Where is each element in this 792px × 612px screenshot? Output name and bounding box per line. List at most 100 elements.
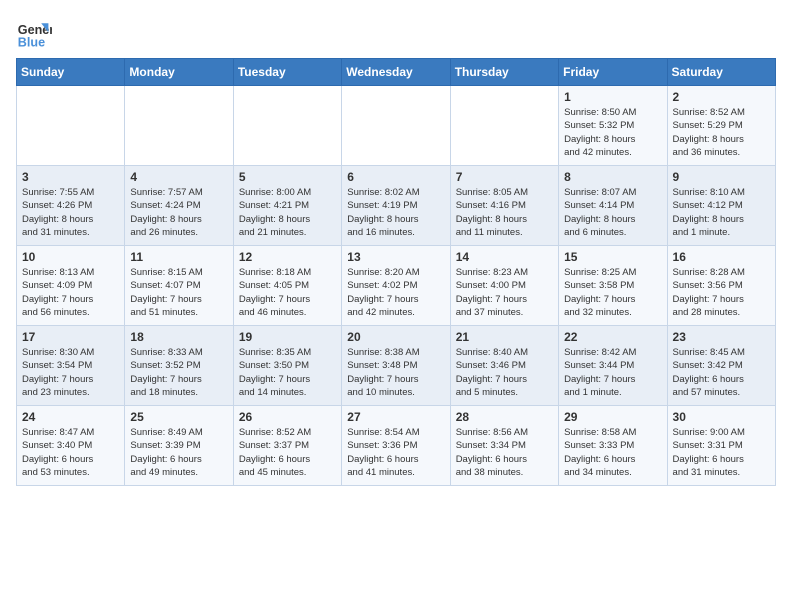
day-number: 6 xyxy=(347,170,444,184)
day-number: 4 xyxy=(130,170,227,184)
calendar-cell: 28 Sunrise: 8:56 AMSunset: 3:34 PMDayligh… xyxy=(450,406,558,486)
logo-icon: General Blue xyxy=(16,16,52,52)
calendar-cell: 30Sunrise: 9:00 AMSunset: 3:31 PMDayligh… xyxy=(667,406,775,486)
day-number: 13 xyxy=(347,250,444,264)
day-number: 8 xyxy=(564,170,661,184)
calendar-cell: 12 Sunrise: 8:18 AMSunset: 4:05 PMDayligh… xyxy=(233,246,341,326)
day-info: Sunrise: 8:33 AMSunset: 3:52 PMDaylight:… xyxy=(130,346,227,399)
day-info: Sunrise: 8:47 AMSunset: 3:40 PMDaylight:… xyxy=(22,426,119,479)
calendar-cell: 15 Sunrise: 8:25 AMSunset: 3:58 PMDayligh… xyxy=(559,246,667,326)
day-info: Sunrise: 8:18 AMSunset: 4:05 PMDaylight:… xyxy=(239,266,336,319)
day-number: 29 xyxy=(564,410,661,424)
calendar-cell: 26 Sunrise: 8:52 AMSunset: 3:37 PMDayligh… xyxy=(233,406,341,486)
day-info: Sunrise: 8:25 AMSunset: 3:58 PMDaylight:… xyxy=(564,266,661,319)
calendar-week-row: 10Sunrise: 8:13 AMSunset: 4:09 PMDayligh… xyxy=(17,246,776,326)
day-info: Sunrise: 8:58 AMSunset: 3:33 PMDaylight:… xyxy=(564,426,661,479)
day-info: Sunrise: 8:49 AMSunset: 3:39 PMDaylight:… xyxy=(130,426,227,479)
day-info: Sunrise: 8:42 AMSunset: 3:44 PMDaylight:… xyxy=(564,346,661,399)
calendar-cell xyxy=(450,86,558,166)
calendar-cell: 25 Sunrise: 8:49 AMSunset: 3:39 PMDayligh… xyxy=(125,406,233,486)
calendar-cell xyxy=(233,86,341,166)
calendar-cell: 29 Sunrise: 8:58 AMSunset: 3:33 PMDayligh… xyxy=(559,406,667,486)
day-number: 9 xyxy=(673,170,770,184)
svg-text:Blue: Blue xyxy=(18,36,45,50)
calendar-cell: 8 Sunrise: 8:07 AMSunset: 4:14 PMDaylight… xyxy=(559,166,667,246)
calendar-cell xyxy=(17,86,125,166)
weekday-header-tuesday: Tuesday xyxy=(233,59,341,86)
calendar-week-row: 1 Sunrise: 8:50 AMSunset: 5:32 PMDaylight… xyxy=(17,86,776,166)
calendar-table: SundayMondayTuesdayWednesdayThursdayFrid… xyxy=(16,58,776,486)
day-number: 2 xyxy=(673,90,770,104)
day-info: Sunrise: 8:38 AMSunset: 3:48 PMDaylight:… xyxy=(347,346,444,399)
day-number: 28 xyxy=(456,410,553,424)
calendar-cell: 22 Sunrise: 8:42 AMSunset: 3:44 PMDayligh… xyxy=(559,326,667,406)
day-number: 20 xyxy=(347,330,444,344)
day-info: Sunrise: 8:40 AMSunset: 3:46 PMDaylight:… xyxy=(456,346,553,399)
day-info: Sunrise: 8:23 AMSunset: 4:00 PMDaylight:… xyxy=(456,266,553,319)
day-info: Sunrise: 9:00 AMSunset: 3:31 PMDaylight:… xyxy=(673,426,770,479)
calendar-cell: 20 Sunrise: 8:38 AMSunset: 3:48 PMDayligh… xyxy=(342,326,450,406)
day-info: Sunrise: 8:35 AMSunset: 3:50 PMDaylight:… xyxy=(239,346,336,399)
calendar-header: SundayMondayTuesdayWednesdayThursdayFrid… xyxy=(17,59,776,86)
calendar-cell xyxy=(125,86,233,166)
day-number: 17 xyxy=(22,330,119,344)
calendar-cell: 7 Sunrise: 8:05 AMSunset: 4:16 PMDaylight… xyxy=(450,166,558,246)
day-number: 12 xyxy=(239,250,336,264)
weekday-header-sunday: Sunday xyxy=(17,59,125,86)
calendar-cell: 11 Sunrise: 8:15 AMSunset: 4:07 PMDayligh… xyxy=(125,246,233,326)
calendar-cell: 4 Sunrise: 7:57 AMSunset: 4:24 PMDaylight… xyxy=(125,166,233,246)
calendar-cell: 27 Sunrise: 8:54 AMSunset: 3:36 PMDayligh… xyxy=(342,406,450,486)
day-info: Sunrise: 8:05 AMSunset: 4:16 PMDaylight:… xyxy=(456,186,553,239)
day-info: Sunrise: 8:20 AMSunset: 4:02 PMDaylight:… xyxy=(347,266,444,319)
day-number: 26 xyxy=(239,410,336,424)
day-number: 14 xyxy=(456,250,553,264)
day-number: 27 xyxy=(347,410,444,424)
day-info: Sunrise: 8:54 AMSunset: 3:36 PMDaylight:… xyxy=(347,426,444,479)
calendar-cell: 17 Sunrise: 8:30 AMSunset: 3:54 PMDayligh… xyxy=(17,326,125,406)
calendar-week-row: 24 Sunrise: 8:47 AMSunset: 3:40 PMDayligh… xyxy=(17,406,776,486)
day-number: 22 xyxy=(564,330,661,344)
day-info: Sunrise: 8:30 AMSunset: 3:54 PMDaylight:… xyxy=(22,346,119,399)
day-info: Sunrise: 8:15 AMSunset: 4:07 PMDaylight:… xyxy=(130,266,227,319)
day-number: 11 xyxy=(130,250,227,264)
weekday-header-friday: Friday xyxy=(559,59,667,86)
day-info: Sunrise: 8:56 AMSunset: 3:34 PMDaylight:… xyxy=(456,426,553,479)
day-info: Sunrise: 8:52 AMSunset: 3:37 PMDaylight:… xyxy=(239,426,336,479)
calendar-cell: 6 Sunrise: 8:02 AMSunset: 4:19 PMDaylight… xyxy=(342,166,450,246)
day-number: 25 xyxy=(130,410,227,424)
calendar-cell: 2Sunrise: 8:52 AMSunset: 5:29 PMDaylight… xyxy=(667,86,775,166)
day-number: 18 xyxy=(130,330,227,344)
calendar-week-row: 3Sunrise: 7:55 AMSunset: 4:26 PMDaylight… xyxy=(17,166,776,246)
day-info: Sunrise: 8:50 AMSunset: 5:32 PMDaylight:… xyxy=(564,106,661,159)
day-number: 19 xyxy=(239,330,336,344)
calendar-cell: 14 Sunrise: 8:23 AMSunset: 4:00 PMDayligh… xyxy=(450,246,558,326)
calendar-cell: 21 Sunrise: 8:40 AMSunset: 3:46 PMDayligh… xyxy=(450,326,558,406)
day-number: 1 xyxy=(564,90,661,104)
calendar-cell: 18 Sunrise: 8:33 AMSunset: 3:52 PMDayligh… xyxy=(125,326,233,406)
day-info: Sunrise: 8:45 AMSunset: 3:42 PMDaylight:… xyxy=(673,346,770,399)
day-number: 15 xyxy=(564,250,661,264)
day-number: 23 xyxy=(673,330,770,344)
logo: General Blue xyxy=(16,16,56,52)
day-info: Sunrise: 8:02 AMSunset: 4:19 PMDaylight:… xyxy=(347,186,444,239)
calendar-cell: 23 Sunrise: 8:45 AMSunset: 3:42 PMDayligh… xyxy=(667,326,775,406)
calendar-cell: 13 Sunrise: 8:20 AMSunset: 4:02 PMDayligh… xyxy=(342,246,450,326)
day-number: 24 xyxy=(22,410,119,424)
day-number: 10 xyxy=(22,250,119,264)
weekday-header-wednesday: Wednesday xyxy=(342,59,450,86)
weekday-header-row: SundayMondayTuesdayWednesdayThursdayFrid… xyxy=(17,59,776,86)
day-number: 16 xyxy=(673,250,770,264)
calendar-week-row: 17 Sunrise: 8:30 AMSunset: 3:54 PMDayligh… xyxy=(17,326,776,406)
day-info: Sunrise: 8:28 AMSunset: 3:56 PMDaylight:… xyxy=(673,266,770,319)
day-number: 21 xyxy=(456,330,553,344)
calendar-body: 1 Sunrise: 8:50 AMSunset: 5:32 PMDaylight… xyxy=(17,86,776,486)
day-number: 7 xyxy=(456,170,553,184)
weekday-header-monday: Monday xyxy=(125,59,233,86)
calendar-cell: 16 Sunrise: 8:28 AMSunset: 3:56 PMDayligh… xyxy=(667,246,775,326)
day-info: Sunrise: 8:07 AMSunset: 4:14 PMDaylight:… xyxy=(564,186,661,239)
day-info: Sunrise: 7:55 AMSunset: 4:26 PMDaylight:… xyxy=(22,186,119,239)
day-number: 5 xyxy=(239,170,336,184)
day-info: Sunrise: 8:10 AMSunset: 4:12 PMDaylight:… xyxy=(673,186,770,239)
calendar-cell: 1 Sunrise: 8:50 AMSunset: 5:32 PMDaylight… xyxy=(559,86,667,166)
day-info: Sunrise: 7:57 AMSunset: 4:24 PMDaylight:… xyxy=(130,186,227,239)
